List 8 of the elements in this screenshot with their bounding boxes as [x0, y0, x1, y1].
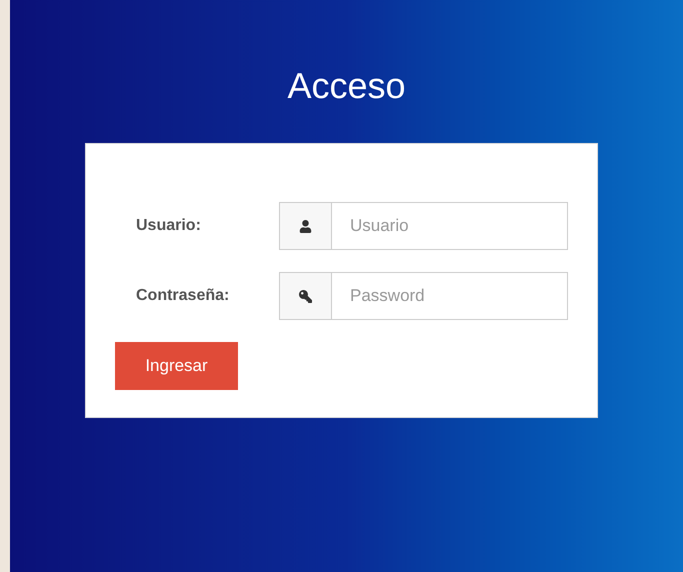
- login-title: Acceso: [287, 64, 406, 108]
- field-label: Usuario:: [135, 216, 202, 236]
- user-icon: [299, 220, 312, 232]
- field-label: Contraseña:: [135, 286, 230, 306]
- input-field[interactable]: Usuario: [332, 202, 568, 250]
- input-field[interactable]: Password: [332, 272, 568, 320]
- login-button[interactable]: Ingresar: [115, 342, 238, 390]
- key-icon: [299, 290, 312, 302]
